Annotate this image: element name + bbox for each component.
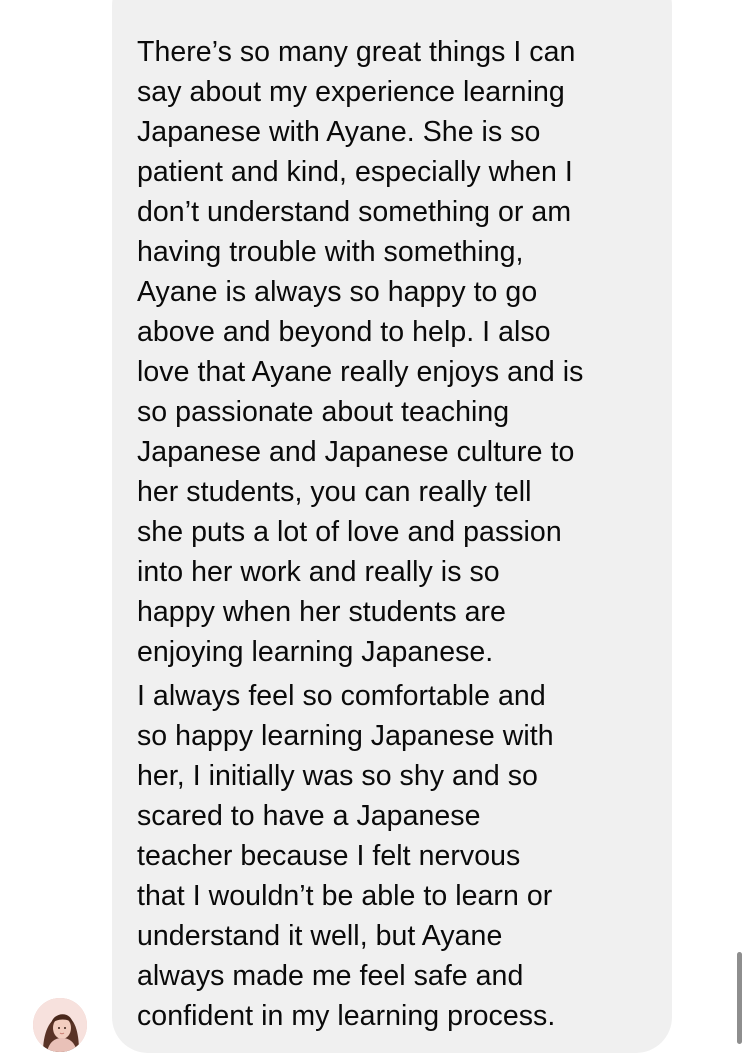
message-row: There’s so many great things I can say a…: [0, 0, 750, 1059]
profile-photo-avatar-icon: [33, 998, 87, 1052]
message-bubble[interactable]: There’s so many great things I can say a…: [112, 0, 672, 1053]
scrollbar-thumb[interactable]: [737, 952, 742, 1044]
chat-pane[interactable]: There’s so many great things I can say a…: [0, 0, 750, 1059]
sender-avatar[interactable]: [33, 998, 87, 1052]
message-paragraph-1: There’s so many great things I can say a…: [137, 36, 584, 668]
message-paragraph-2: I always feel so comfortable and so happ…: [137, 680, 556, 1032]
